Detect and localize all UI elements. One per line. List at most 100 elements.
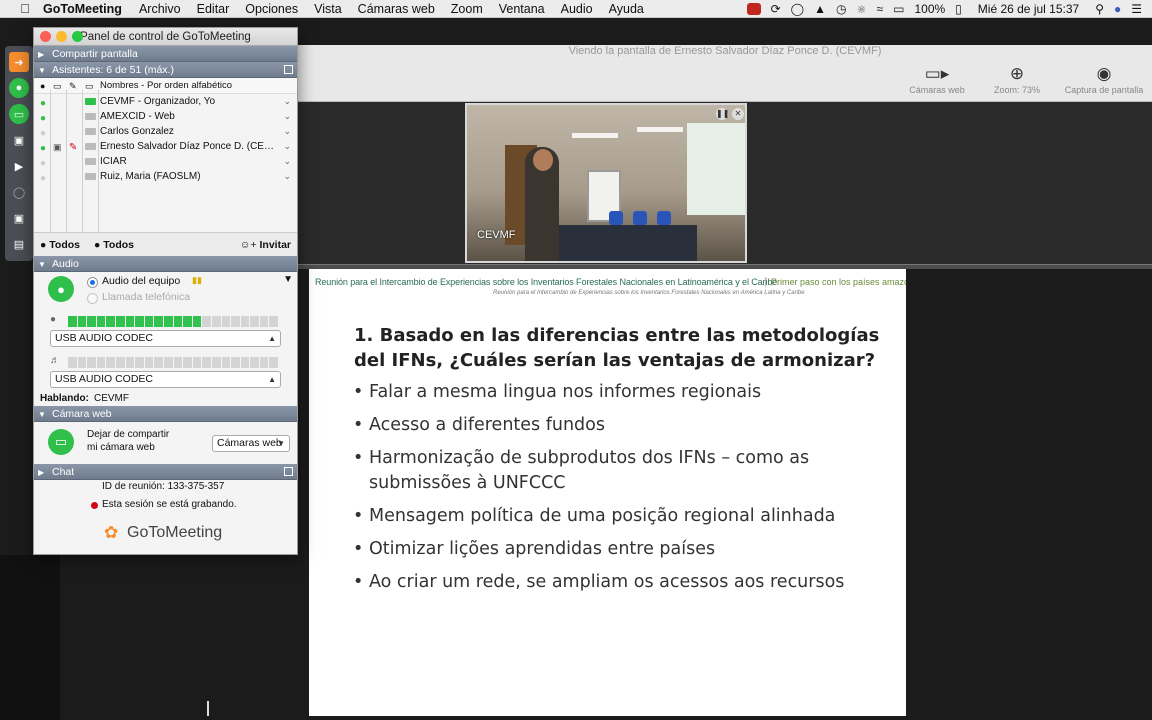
user-avatar-icon[interactable]: ● bbox=[1114, 2, 1121, 16]
close-icon[interactable]: ✕ bbox=[732, 108, 744, 120]
sync-icon[interactable]: ⟳ bbox=[771, 2, 781, 16]
collapse-arrow-icon[interactable]: ➜ bbox=[9, 52, 29, 72]
chevron-down-icon[interactable]: ⌄ bbox=[283, 154, 291, 169]
skype-icon[interactable]: ◯ bbox=[791, 2, 804, 16]
microphone-icon[interactable]: ● bbox=[9, 78, 29, 98]
menu-ayuda[interactable]: Ayuda bbox=[609, 2, 644, 16]
chevron-down-icon[interactable]: ⌄ bbox=[283, 139, 291, 154]
speaker-device-select[interactable]: USB AUDIO CODEC ▲ bbox=[50, 371, 281, 388]
ceiling-light bbox=[637, 127, 683, 132]
mute-all-label: Todos bbox=[49, 239, 80, 251]
mouse-icon[interactable]: ◯ bbox=[9, 182, 29, 202]
meter-segment bbox=[231, 316, 240, 327]
invite-label: Invitar bbox=[259, 239, 291, 251]
attendee-row[interactable]: ● Ruiz, Maria (FAOSLM) ⌄ bbox=[34, 169, 297, 184]
meter-segment bbox=[106, 316, 115, 327]
screenshot-tool-label: Captura de pantalla bbox=[1064, 85, 1144, 95]
airplay-icon[interactable]: ▭ bbox=[893, 2, 904, 16]
screen-column-icon: ▭ bbox=[53, 81, 62, 91]
panel-icon[interactable]: ▤ bbox=[9, 234, 29, 254]
attendee-row[interactable]: ● Carlos Gonzalez ⌄ bbox=[34, 124, 297, 139]
attendee-row[interactable]: ● ICIAR ⌄ bbox=[34, 154, 297, 169]
unmute-all-label: Todos bbox=[103, 239, 134, 251]
chevron-down-icon[interactable]: ⌄ bbox=[283, 169, 291, 184]
screenshot-tool-button[interactable]: ◉ Captura de pantalla bbox=[1060, 63, 1148, 95]
invite-button[interactable]: ☺+ Invitar bbox=[240, 233, 291, 257]
meter-segment bbox=[240, 316, 250, 327]
mute-all-button[interactable]: ● Todos bbox=[40, 233, 80, 257]
webcam-thumbnail[interactable]: ❚❚ ✕ CEVMF bbox=[465, 103, 747, 263]
meter-segment bbox=[192, 357, 202, 368]
zoom-window-icon[interactable] bbox=[72, 31, 83, 42]
recording-status-icon[interactable] bbox=[746, 3, 761, 15]
menu-audio[interactable]: Audio bbox=[561, 2, 593, 16]
menu-ventana[interactable]: Ventana bbox=[499, 2, 545, 16]
apple-menu-icon[interactable]:  bbox=[15, 1, 35, 16]
audio-section[interactable]: ▼ Audio bbox=[34, 256, 297, 272]
chat-section[interactable]: ▶ Chat bbox=[34, 464, 297, 480]
battery-icon: ▯ bbox=[955, 2, 962, 16]
chevron-down-icon[interactable]: ⌄ bbox=[283, 124, 291, 139]
zoom-tool-button[interactable]: ⊕ Zoom: 73% bbox=[982, 63, 1052, 95]
menu-editar[interactable]: Editar bbox=[197, 2, 230, 16]
webcam-stop-label-1[interactable]: Dejar de compartir bbox=[87, 429, 169, 440]
popout-icon[interactable] bbox=[284, 467, 293, 476]
audio-options-icon[interactable]: ▼ bbox=[283, 274, 293, 285]
recording-dot-icon bbox=[91, 502, 98, 509]
expand-arrow-icon: ▶ bbox=[38, 50, 45, 59]
computer-audio-radio[interactable] bbox=[87, 277, 98, 288]
slide-bullet: Falar a mesma lingua nos informes region… bbox=[353, 380, 893, 405]
app-menu[interactable]: GoToMeeting bbox=[43, 2, 122, 16]
attendee-name: ICIAR bbox=[100, 156, 127, 167]
close-window-icon[interactable] bbox=[40, 31, 51, 42]
meter-segment bbox=[192, 316, 202, 327]
webcams-tool-button[interactable]: ▭▸ Cámaras web bbox=[902, 63, 972, 95]
webcam-share-icon[interactable]: ▭ bbox=[48, 429, 74, 455]
pause-icon[interactable]: ❚❚ bbox=[716, 108, 729, 120]
panel-titlebar[interactable]: Panel de control de GoToMeeting bbox=[34, 28, 297, 46]
slide-bullet: Ao criar um rede, se ampliam os acessos … bbox=[353, 570, 893, 595]
battery-label[interactable]: 100% bbox=[914, 2, 945, 16]
clock[interactable]: Mié 26 de jul 15:37 bbox=[978, 2, 1079, 16]
wifi-icon[interactable]: ≈ bbox=[877, 2, 884, 16]
webcam-select[interactable]: Cámaras web ▼ bbox=[212, 435, 290, 452]
display-icon[interactable]: ▣ bbox=[9, 208, 29, 228]
time-machine-icon[interactable]: ◷ bbox=[836, 2, 846, 16]
attendee-row[interactable]: ● ▣ ✎ Ernesto Salvador Díaz Ponce D. (CE… bbox=[34, 139, 297, 154]
attendee-row[interactable]: ● AMEXCID - Web ⌄ bbox=[34, 109, 297, 124]
chevron-down-icon[interactable]: ⌄ bbox=[283, 94, 291, 109]
notification-center-icon[interactable]: ☰ bbox=[1131, 2, 1142, 16]
menu-vista[interactable]: Vista bbox=[314, 2, 342, 16]
play-icon[interactable]: ▶ bbox=[9, 156, 29, 176]
unmute-all-button[interactable]: ● Todos bbox=[94, 233, 134, 257]
chevron-down-icon[interactable]: ⌄ bbox=[283, 109, 291, 124]
menu-camaras-web[interactable]: Cámaras web bbox=[358, 2, 435, 16]
meter-segment bbox=[250, 316, 259, 327]
popout-icon[interactable] bbox=[284, 65, 293, 74]
webcam-section[interactable]: ▼ Cámara web bbox=[34, 406, 297, 422]
share-screen-section[interactable]: ▶ Compartir pantalla bbox=[34, 46, 297, 62]
minimize-window-icon[interactable] bbox=[56, 31, 67, 42]
meter-segment bbox=[202, 316, 211, 327]
microphone-icon[interactable]: ● bbox=[48, 276, 74, 302]
drive-icon[interactable]: ▲ bbox=[814, 2, 826, 16]
sort-label[interactable]: Nombres - Por orden alfabético bbox=[100, 78, 232, 94]
menu-opciones[interactable]: Opciones bbox=[245, 2, 298, 16]
presenter-head bbox=[533, 149, 553, 171]
meter-segment bbox=[211, 357, 221, 368]
mic-device-select[interactable]: USB AUDIO CODEC ▲ bbox=[50, 330, 281, 347]
webcam-stop-label-2[interactable]: mi cámara web bbox=[87, 442, 155, 453]
meter-segment bbox=[77, 357, 87, 368]
menu-zoom[interactable]: Zoom bbox=[451, 2, 483, 16]
screen-share-icon[interactable]: ▣ bbox=[9, 130, 29, 150]
webcam-toggle-icon[interactable]: ▭ bbox=[9, 104, 29, 124]
bluetooth-icon[interactable]: ⋇ bbox=[856, 2, 866, 16]
attendees-section[interactable]: ▼ Asistentes: 6 de 51 (máx.) bbox=[34, 62, 297, 78]
attendee-row[interactable]: ● CEVMF - Organizador, Yo ⌄ bbox=[34, 94, 297, 109]
phone-call-radio[interactable] bbox=[87, 293, 98, 304]
meter-segment bbox=[163, 316, 173, 327]
menu-archivo[interactable]: Archivo bbox=[139, 2, 181, 16]
meter-segment bbox=[211, 316, 221, 327]
mic-off-icon[interactable]: ● bbox=[40, 171, 46, 186]
spotlight-icon[interactable]: ⚲ bbox=[1095, 2, 1104, 16]
